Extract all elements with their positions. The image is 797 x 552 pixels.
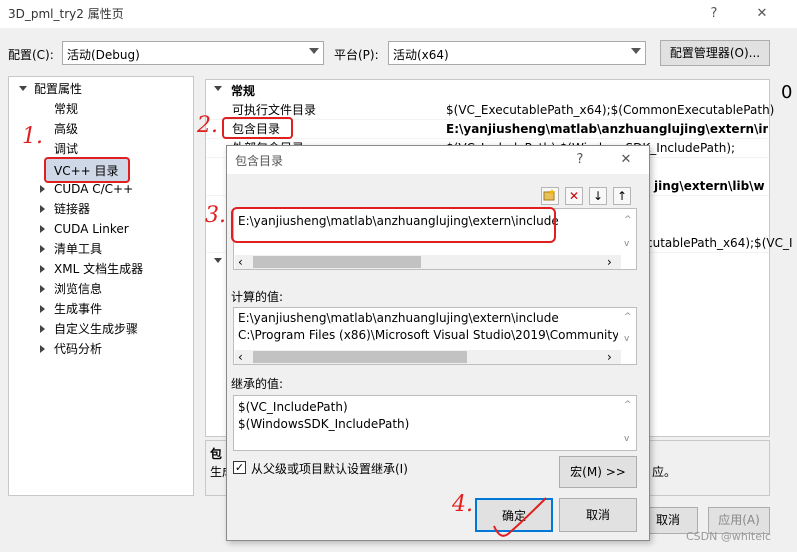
platform-label: 平台(P): [334,48,379,62]
close-icon[interactable]: ✕ [751,3,773,25]
row-value: cutablePath_x64);$(VC_I [646,236,793,250]
expand-icon[interactable] [40,305,45,313]
horizontal-scrollbar[interactable]: ‹ › [235,255,621,269]
help-button[interactable]: ? [703,3,725,25]
macro-button[interactable]: 宏(M) >> [559,456,637,488]
tree-item[interactable]: 常规 [54,99,78,119]
chevron-down-icon [309,48,319,54]
row-value: E:\yanjiusheng\matlab\anzhuanglujing\ext… [446,122,768,136]
computed-line: E:\yanjiusheng\matlab\anzhuanglujing\ext… [238,311,559,325]
tree-item[interactable]: CUDA Linker [54,219,129,239]
scroll-up-icon[interactable]: ^ [624,215,632,225]
dialog-cancel-button[interactable]: 取消 [559,498,637,532]
include-dir-highlight [222,117,293,139]
dialog-help-button[interactable]: ? [569,149,591,171]
window-title: 3D_pml_try2 属性页 [8,7,124,21]
scroll-down-icon[interactable]: v [624,334,629,344]
scroll-right-icon[interactable]: › [607,350,612,364]
collapse-icon[interactable] [214,258,222,263]
scroll-thumb[interactable] [253,351,467,363]
tree-item[interactable]: 链接器 [54,199,90,219]
delete-icon[interactable]: ✕ [565,187,583,205]
tree-item[interactable]: 生成事件 [54,299,102,319]
scroll-up-icon[interactable]: ^ [624,400,632,410]
config-combo[interactable]: 活动(Debug) [62,41,324,65]
new-line-icon[interactable] [541,187,559,205]
inherit-checkbox[interactable]: ✓ [233,461,246,474]
tree-item[interactable]: 代码分析 [54,339,102,359]
annotation-4: 4. [452,492,473,517]
inherited-line: $(WindowsSDK_IncludePath) [238,417,410,431]
scroll-right-icon[interactable]: › [607,255,612,269]
expand-icon[interactable] [40,245,45,253]
expand-icon[interactable] [40,225,45,233]
move-up-icon[interactable]: ↑ [613,187,631,205]
tree-item[interactable]: XML 文档生成器 [54,259,143,279]
move-down-icon[interactable]: ↓ [589,187,607,205]
description-title: 包 [210,447,223,461]
dialog-title-bar: 包含目录 ? ✕ [227,146,649,174]
expand-icon[interactable] [40,265,45,273]
config-manager-button[interactable]: 配置管理器(O)... [660,40,770,66]
inherited-line: $(VC_IncludePath) [238,400,348,414]
scroll-left-icon[interactable]: ‹ [238,350,243,364]
tree-root[interactable]: 配置属性 [34,79,82,99]
computed-values-box: E:\yanjiusheng\matlab\anzhuanglujing\ext… [233,307,637,365]
tree-item-vc-dirs: VC++ 目录 [54,164,119,178]
grid-section-title: 常规 [231,84,256,98]
expand-icon[interactable] [40,325,45,333]
scroll-thumb[interactable] [253,256,421,268]
checkmark-annotation [493,497,547,537]
expand-icon[interactable] [40,345,45,353]
expand-icon[interactable] [40,205,45,213]
scroll-left-icon[interactable]: ‹ [238,255,243,269]
tree-item[interactable]: 浏览信息 [54,279,102,299]
expand-icon[interactable] [40,285,45,293]
inherited-values-box: $(VC_IncludePath) $(WindowsSDK_IncludePa… [233,395,637,451]
row-value: jing\extern\lib\w [654,179,765,193]
annotation-1: 1. [22,124,43,149]
scroll-down-icon[interactable]: v [624,434,629,444]
inherited-label: 继承的值: [231,377,284,391]
annotation-3: 3. [205,203,226,228]
horizontal-scrollbar[interactable]: ‹ › [235,350,621,364]
platform-value: 活动(x64) [393,48,449,62]
scroll-up-icon[interactable]: ^ [624,312,632,322]
chevron-down-icon [631,48,641,54]
row-value: $(VC_ExecutablePath_x64);$(CommonExecuta… [446,103,775,117]
watermark: CSDN @whitelc [686,530,772,543]
description-text-end: 应。 [652,465,677,479]
scroll-down-icon[interactable]: v [624,239,629,249]
dialog-close-icon[interactable]: ✕ [615,149,637,171]
tree-item[interactable]: 高级 [54,119,78,139]
platform-combo[interactable]: 活动(x64) [388,41,646,65]
config-label: 配置(C): [8,48,54,62]
tree-item[interactable]: 自定义生成步骤 [54,319,138,339]
expand-icon[interactable] [40,185,45,193]
clipped-text: 0 [781,82,793,103]
tree-item[interactable]: 清单工具 [54,239,102,259]
selected-tree-item[interactable]: VC++ 目录 [44,157,130,183]
config-value: 活动(Debug) [67,48,140,62]
window-title-bar: 3D_pml_try2 属性页 ? ✕ [0,0,797,28]
inherit-checkbox-label: 从父级或项目默认设置继承(I) [251,462,408,476]
computed-line: C:\Program Files (x86)\Microsoft Visual … [238,328,618,342]
computed-label: 计算的值: [231,290,284,304]
annotation-2: 2. [197,113,218,138]
edit-value-highlight [231,207,556,243]
tree-item[interactable]: 调试 [54,139,78,159]
dialog-title: 包含目录 [235,154,284,168]
include-dirs-dialog: 包含目录 ? ✕ ✕ ↓ ↑ E:\yanjiusheng\matlab\anz… [226,145,650,541]
expand-icon[interactable] [19,86,27,91]
collapse-icon[interactable] [214,86,222,91]
